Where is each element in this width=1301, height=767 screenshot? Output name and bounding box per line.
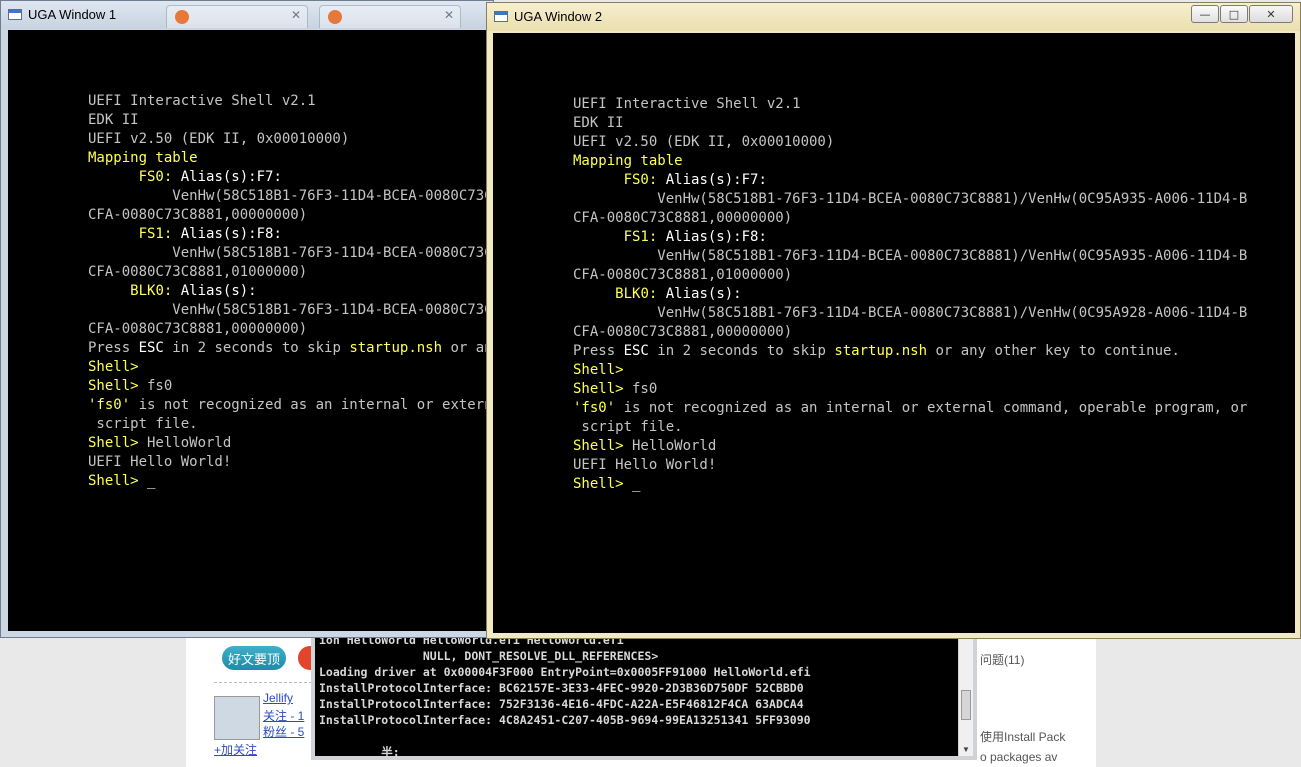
window-2-screen[interactable]: UEFI Interactive Shell v2.1 EDK II UEFI … xyxy=(493,33,1295,633)
user-name-link[interactable]: Jellify xyxy=(263,691,293,705)
maximize-icon: □ xyxy=(1228,7,1240,21)
divider xyxy=(214,682,312,683)
follow-count-link[interactable]: 关注 - 1 xyxy=(263,707,304,724)
console-output: ion HelloWorld HelloWorld.efi HelloWorld… xyxy=(319,633,811,759)
add-follow-link[interactable]: +加关注 xyxy=(214,741,257,758)
scroll-down-icon[interactable]: ▼ xyxy=(962,745,970,754)
window-2-titlebar[interactable]: UGA Window 2 — □ ✕ xyxy=(487,3,1300,31)
ghost-browser-tab: ✕ xyxy=(319,5,461,28)
close-button[interactable]: ✕ xyxy=(1249,5,1293,23)
avatar[interactable] xyxy=(214,696,260,740)
close-icon: ✕ xyxy=(290,8,301,22)
fans-count-link[interactable]: 粉丝 - 5 xyxy=(263,723,304,740)
minimize-button[interactable]: — xyxy=(1191,5,1219,23)
tab-favicon-icon xyxy=(328,10,342,24)
shell-output: UEFI Interactive Shell v2.1 EDK II UEFI … xyxy=(88,93,488,489)
window-1-title: UGA Window 1 xyxy=(28,7,117,22)
sidebar-text: o packages av xyxy=(980,750,1058,764)
minimize-icon: — xyxy=(1199,7,1211,21)
good-article-button[interactable]: 好文要顶 xyxy=(222,646,286,670)
uga-window-2[interactable]: UGA Window 2 — □ ✕ UEFI Interactive Shel… xyxy=(486,2,1301,639)
maximize-button[interactable]: □ xyxy=(1220,5,1248,23)
window-2-title: UGA Window 2 xyxy=(514,9,603,24)
close-icon: ✕ xyxy=(443,8,454,22)
sidebar-text: 问题(11) xyxy=(980,653,1025,667)
window-app-icon xyxy=(494,11,508,22)
scroll-thumb[interactable] xyxy=(961,690,971,720)
console-window[interactable]: ion HelloWorld HelloWorld.efi HelloWorld… xyxy=(311,630,977,760)
window-1-screen[interactable]: UEFI Interactive Shell v2.1 EDK II UEFI … xyxy=(8,30,488,631)
ghost-browser-tab: ✕ xyxy=(166,5,308,28)
window-1-titlebar[interactable]: UGA Window 1 ✕ ✕ xyxy=(1,1,493,29)
uga-window-1[interactable]: UGA Window 1 ✕ ✕ UEFI Interactive Shell … xyxy=(0,0,494,638)
console-scrollbar[interactable]: ▲ ▼ xyxy=(958,630,973,756)
tab-favicon-icon xyxy=(175,10,189,24)
close-icon: ✕ xyxy=(1266,7,1276,21)
sidebar-text: 使用Install Pack xyxy=(980,730,1066,744)
window-app-icon xyxy=(8,9,22,20)
shell-output: UEFI Interactive Shell v2.1 EDK II UEFI … xyxy=(573,96,1248,492)
